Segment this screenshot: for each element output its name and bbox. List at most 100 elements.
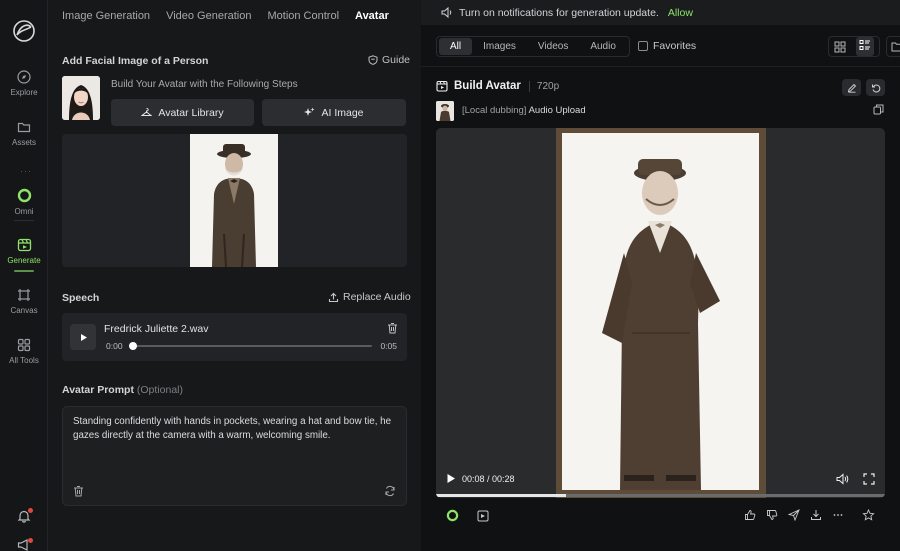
source-portrait-image	[436, 101, 454, 121]
avatar-settings-panel: Image Generation Video Generation Motion…	[49, 0, 420, 551]
filter-videos[interactable]: Videos	[527, 38, 579, 55]
rail-assets[interactable]: Assets	[0, 120, 48, 147]
filter-all[interactable]: All	[439, 38, 473, 55]
volume-icon[interactable]	[836, 473, 849, 485]
audio-slider-knob[interactable]	[129, 342, 137, 350]
tab-motion-control[interactable]: Motion Control	[267, 10, 339, 22]
video-controls-left: 00:08 / 00:28	[446, 473, 515, 484]
favorites-checkbox[interactable]	[638, 41, 648, 51]
dubbing-tag: [Local dubbing]	[462, 105, 527, 116]
grid-view-icon[interactable]	[834, 41, 846, 53]
speech-title: Speech	[62, 292, 100, 304]
trash-icon[interactable]	[73, 485, 84, 497]
audio-duration: 0:05	[380, 341, 397, 351]
avatar-prompt-text[interactable]: Standing confidently with hands in pocke…	[73, 415, 398, 443]
view-mode-toggle	[828, 36, 880, 57]
facial-image-preview[interactable]	[62, 134, 407, 267]
avatar-library-button[interactable]: Avatar Library	[111, 99, 254, 126]
thumbs-up-icon[interactable]	[744, 509, 756, 521]
omni-ring-icon[interactable]	[446, 509, 459, 522]
list-view-icon	[859, 40, 870, 50]
tab-video-generation[interactable]: Video Generation	[166, 10, 251, 22]
play-icon[interactable]	[446, 473, 456, 484]
video-frame-image	[562, 133, 759, 490]
tab-image-generation[interactable]: Image Generation	[62, 10, 150, 22]
result-action-bar	[436, 506, 885, 526]
fullscreen-icon[interactable]	[863, 473, 875, 485]
pencil-icon	[847, 83, 856, 93]
audio-file-name: Fredrick Juliette 2.wav	[104, 323, 209, 335]
avatar-prompt-label: Avatar Prompt (Optional)	[62, 384, 183, 396]
replace-audio-label: Replace Audio	[343, 291, 411, 303]
canvas-icon	[18, 289, 30, 301]
result-title: Build Avatar	[454, 80, 521, 92]
grid-icon	[17, 338, 31, 352]
rail-generate[interactable]: Generate	[0, 237, 48, 265]
elderly-man-photo	[190, 134, 278, 267]
edit-button[interactable]	[842, 79, 861, 96]
regenerate-button[interactable]	[866, 79, 885, 96]
rail-canvas-label: Canvas	[10, 306, 38, 315]
trash-icon[interactable]	[387, 322, 398, 334]
optional-hint: (Optional)	[136, 384, 183, 396]
allow-notifications-link[interactable]: Allow	[668, 7, 693, 19]
play-icon	[80, 333, 87, 341]
send-icon[interactable]	[788, 509, 800, 521]
audio-file-card: Fredrick Juliette 2.wav 0:00 0:05	[62, 313, 407, 361]
audio-play-button[interactable]	[70, 324, 96, 350]
video-progress-fill	[436, 494, 567, 497]
replace-audio-button[interactable]: Replace Audio	[328, 291, 411, 303]
copy-icon[interactable]	[873, 104, 884, 115]
filter-audio[interactable]: Audio	[579, 38, 627, 55]
video-time: 00:08 / 00:28	[462, 473, 515, 484]
folder-icon	[17, 122, 31, 133]
image-edit-icon[interactable]	[477, 510, 489, 522]
rail-omni[interactable]: Omni	[0, 188, 48, 216]
star-icon[interactable]	[862, 509, 875, 521]
facial-image-thumbnail[interactable]	[62, 76, 100, 120]
omni-ring-icon	[17, 188, 31, 203]
list-view-button[interactable]	[856, 37, 874, 56]
tab-avatar[interactable]: Avatar	[355, 10, 389, 22]
results-workspace: Turn on notifications for generation upd…	[421, 0, 900, 551]
shield-icon	[368, 55, 378, 65]
audio-current-time: 0:00	[106, 341, 123, 351]
filter-images[interactable]: Images	[472, 38, 527, 55]
ai-image-button[interactable]: AI Image	[262, 99, 406, 126]
rail-generate-label: Generate	[7, 256, 41, 265]
rail-all-tools[interactable]: All Tools	[0, 338, 48, 365]
video-progress-bar[interactable]	[436, 494, 885, 497]
favorites-toggle[interactable]: Favorites	[638, 40, 696, 52]
elderly-woman-photo	[562, 133, 759, 490]
download-icon[interactable]	[810, 509, 822, 521]
rail-canvas[interactable]: Canvas	[0, 288, 48, 315]
rail-omni-label: Omni	[14, 207, 34, 216]
media-filter-tabs: All Images Videos Audio	[436, 36, 630, 57]
mode-tabs: Image Generation Video Generation Motion…	[62, 10, 389, 22]
audio-source: Audio Upload	[528, 105, 586, 116]
ai-image-label: AI Image	[321, 106, 364, 119]
guide-link[interactable]: Guide	[368, 54, 410, 66]
avatar-prompt-input[interactable]: Standing confidently with hands in pocke…	[62, 406, 407, 506]
rail-explore[interactable]: Explore	[0, 70, 48, 97]
notification-banner: Turn on notifications for generation upd…	[421, 0, 900, 25]
folder-button[interactable]	[886, 36, 900, 57]
upload-icon	[328, 292, 339, 302]
action-bar-right	[744, 509, 875, 521]
left-rail: Explore Assets ··· Omni Generate Canvas	[0, 0, 48, 551]
more-options-icon[interactable]	[832, 509, 844, 521]
app-logo-icon[interactable]	[11, 18, 37, 44]
thumbs-down-icon[interactable]	[766, 509, 778, 521]
source-thumbnail	[436, 101, 454, 121]
rail-divider-dots: ···	[20, 166, 32, 176]
video-frame-border	[556, 128, 766, 498]
video-controls-right	[836, 473, 875, 485]
refresh-icon[interactable]	[384, 485, 396, 497]
video-player[interactable]: 00:08 / 00:28	[436, 128, 885, 498]
result-card-header: Build Avatar 720p	[436, 80, 559, 92]
audio-progress-slider[interactable]	[129, 342, 372, 350]
generate-icon	[17, 238, 31, 252]
rail-separator	[14, 220, 34, 221]
favorites-label: Favorites	[653, 40, 697, 52]
sparkle-icon	[304, 107, 315, 116]
